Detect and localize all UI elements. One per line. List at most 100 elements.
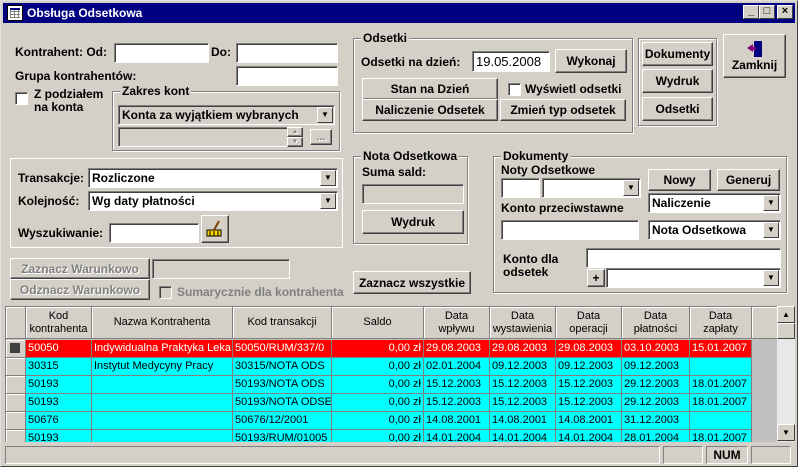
cell-kod-transakcji[interactable]: 50050/RUM/337/0 <box>233 340 332 358</box>
table-row[interactable]: 50676 50676/12/2001 0,00 zł 14.08.2001 14.08… <box>6 412 782 430</box>
cell-data-operacji[interactable]: 15.12.2003 <box>556 376 622 394</box>
cell-data-platnosci[interactable]: 29.12.2003 <box>622 394 690 412</box>
cell-kod-kontrahenta[interactable]: 50193 <box>26 430 92 442</box>
cell-kod-kontrahenta[interactable]: 50193 <box>26 394 92 412</box>
row-indicator[interactable] <box>6 340 26 358</box>
zmien-typ-button[interactable]: Zmień typ odsetek <box>500 99 626 121</box>
grupa-input[interactable] <box>236 66 338 86</box>
cell-nazwa-kontrahenta[interactable] <box>92 376 233 394</box>
cell-kod-transakcji[interactable]: 30315/NOTA ODS <box>233 358 332 376</box>
cell-data-zaplaty[interactable] <box>690 412 752 430</box>
col-data-zaplaty[interactable]: Data zapłaty <box>690 307 752 339</box>
transakcje-select[interactable]: Rozliczone ▼ <box>88 168 338 188</box>
col-data-platnosci[interactable]: Data płatności <box>622 307 690 339</box>
cell-data-platnosci[interactable]: 31.12.2003 <box>622 412 690 430</box>
cell-kod-kontrahenta[interactable]: 50050 <box>26 340 92 358</box>
scroll-thumb[interactable] <box>777 323 795 339</box>
minimize-button[interactable]: _ <box>743 5 759 19</box>
kolejnosc-select[interactable]: Wg daty płatności ▼ <box>88 191 338 211</box>
title-bar[interactable]: Obsługa Odsetkowa _ □ × <box>3 3 795 23</box>
col-kod-transakcji[interactable]: Kod transakcji <box>233 307 332 339</box>
chevron-down-icon[interactable]: ▼ <box>763 270 779 286</box>
cell-data-zaplaty[interactable] <box>690 358 752 376</box>
table-row[interactable]: 50193 50193/NOTA ODSE 0,00 zł 15.12.2003 15.… <box>6 394 782 412</box>
odznacz-warunkowo-button[interactable]: Odznacz Warunkowo <box>10 279 150 300</box>
cell-data-zaplaty[interactable]: 18.01.2007 <box>690 430 752 442</box>
cell-kod-kontrahenta[interactable]: 50676 <box>26 412 92 430</box>
noty-select[interactable]: ▼ <box>542 178 641 198</box>
maximize-button[interactable]: □ <box>759 5 775 19</box>
naliczenie-odsetek-button[interactable]: Naliczenie Odsetek <box>362 99 498 121</box>
add-konto-button[interactable]: + <box>587 269 605 287</box>
cell-data-platnosci[interactable]: 09.12.2003 <box>622 358 690 376</box>
cell-saldo[interactable]: 0,00 zł <box>332 394 424 412</box>
cell-data-zaplaty[interactable]: 15.01.2007 <box>690 340 752 358</box>
chevron-down-icon[interactable]: ▼ <box>763 195 779 211</box>
wyszukiwanie-input[interactable] <box>109 223 199 243</box>
scroll-down-icon[interactable]: ▼ <box>777 424 795 441</box>
cell-data-wystawienia[interactable]: 15.12.2003 <box>490 394 556 412</box>
row-indicator[interactable] <box>6 358 26 376</box>
zaznacz-wszystkie-button[interactable]: Zaznacz wszystkie <box>353 271 471 294</box>
cell-data-wystawienia[interactable]: 29.08.2003 <box>490 340 556 358</box>
table-row[interactable]: 50193 50193/NOTA ODS 0,00 zł 15.12.2003 15.1… <box>6 376 782 394</box>
cell-saldo[interactable]: 0,00 zł <box>332 412 424 430</box>
cell-kod-kontrahenta[interactable]: 30315 <box>26 358 92 376</box>
scroll-up-icon[interactable]: ▲ <box>777 306 795 323</box>
cell-data-wystawienia[interactable]: 14.01.2004 <box>490 430 556 442</box>
cell-saldo[interactable]: 0,00 zł <box>332 430 424 442</box>
cell-nazwa-kontrahenta[interactable] <box>92 412 233 430</box>
typ-noty-select[interactable]: Nota Odsetkowa ▼ <box>648 220 781 240</box>
cell-data-operacji[interactable]: 14.01.2004 <box>556 430 622 442</box>
cell-kod-transakcji[interactable]: 50193/NOTA ODSE <box>233 394 332 412</box>
row-indicator[interactable] <box>6 430 26 442</box>
konto-dla-odsetek-input[interactable] <box>586 248 781 268</box>
kontrahent-od-input[interactable] <box>114 43 209 63</box>
cell-data-wplywu[interactable]: 14.01.2004 <box>424 430 490 442</box>
generuj-button[interactable]: Generuj <box>717 169 780 191</box>
cell-data-operacji[interactable]: 09.12.2003 <box>556 358 622 376</box>
cell-nazwa-kontrahenta[interactable]: Instytut Medycyny Pracy <box>92 358 233 376</box>
cell-saldo[interactable]: 0,00 zł <box>332 358 424 376</box>
nowy-button[interactable]: Nowy <box>648 169 711 191</box>
col-data-wystawienia[interactable]: Data wystawienia <box>490 307 556 339</box>
cell-kod-transakcji[interactable]: 50193/NOTA ODS <box>233 376 332 394</box>
cell-data-platnosci[interactable]: 03.10.2003 <box>622 340 690 358</box>
col-nazwa-kontrahenta[interactable]: Nazwa Kontrahenta <box>92 307 233 339</box>
cell-saldo[interactable]: 0,00 zł <box>332 340 424 358</box>
cell-nazwa-kontrahenta[interactable] <box>92 394 233 412</box>
odsetki-button[interactable]: Odsetki <box>642 97 713 121</box>
row-indicator[interactable] <box>6 394 26 412</box>
cell-data-wplywu[interactable]: 29.08.2003 <box>424 340 490 358</box>
col-data-wplywu[interactable]: Data wpływu <box>424 307 490 339</box>
konto-przeciwstawne-input[interactable] <box>501 220 639 240</box>
chevron-down-icon[interactable]: ▼ <box>320 193 336 209</box>
cell-data-zaplaty[interactable]: 18.01.2007 <box>690 376 752 394</box>
chevron-down-icon[interactable]: ▼ <box>623 180 639 196</box>
transactions-grid[interactable]: Kod kontrahenta Nazwa Kontrahenta Kod tr… <box>5 306 795 442</box>
kontrahent-do-input[interactable] <box>236 43 338 63</box>
chevron-down-icon[interactable]: ▼ <box>320 170 336 186</box>
cell-data-zaplaty[interactable]: 18.01.2007 <box>690 394 752 412</box>
cell-data-wystawienia[interactable]: 15.12.2003 <box>490 376 556 394</box>
row-indicator[interactable] <box>6 412 26 430</box>
cell-data-wplywu[interactable]: 15.12.2003 <box>424 376 490 394</box>
cell-data-wplywu[interactable]: 14.08.2001 <box>424 412 490 430</box>
noty-number-input[interactable] <box>501 178 540 198</box>
podzial-checkbox[interactable] <box>15 92 28 105</box>
nota-wydruk-button[interactable]: Wydruk <box>362 210 464 234</box>
wydruk-button[interactable]: Wydruk <box>642 69 713 93</box>
stan-na-dzien-button[interactable]: Stan na Dzień <box>362 78 498 100</box>
col-saldo[interactable]: Saldo <box>332 307 424 339</box>
cell-data-platnosci[interactable]: 29.12.2003 <box>622 376 690 394</box>
cell-data-wystawienia[interactable]: 14.08.2001 <box>490 412 556 430</box>
cell-data-wystawienia[interactable]: 09.12.2003 <box>490 358 556 376</box>
cell-data-wplywu[interactable]: 02.01.2004 <box>424 358 490 376</box>
cell-kod-kontrahenta[interactable]: 50193 <box>26 376 92 394</box>
cell-saldo[interactable]: 0,00 zł <box>332 376 424 394</box>
wyswietl-odsetki-checkbox[interactable] <box>508 83 521 96</box>
table-row[interactable]: 50193 50193/RUM/01005 0,00 zł 14.01.2004 14.… <box>6 430 782 442</box>
cell-data-wplywu[interactable]: 15.12.2003 <box>424 394 490 412</box>
zaznacz-warunkowo-button[interactable]: Zaznacz Warunkowo <box>10 258 150 279</box>
cell-kod-transakcji[interactable]: 50676/12/2001 <box>233 412 332 430</box>
